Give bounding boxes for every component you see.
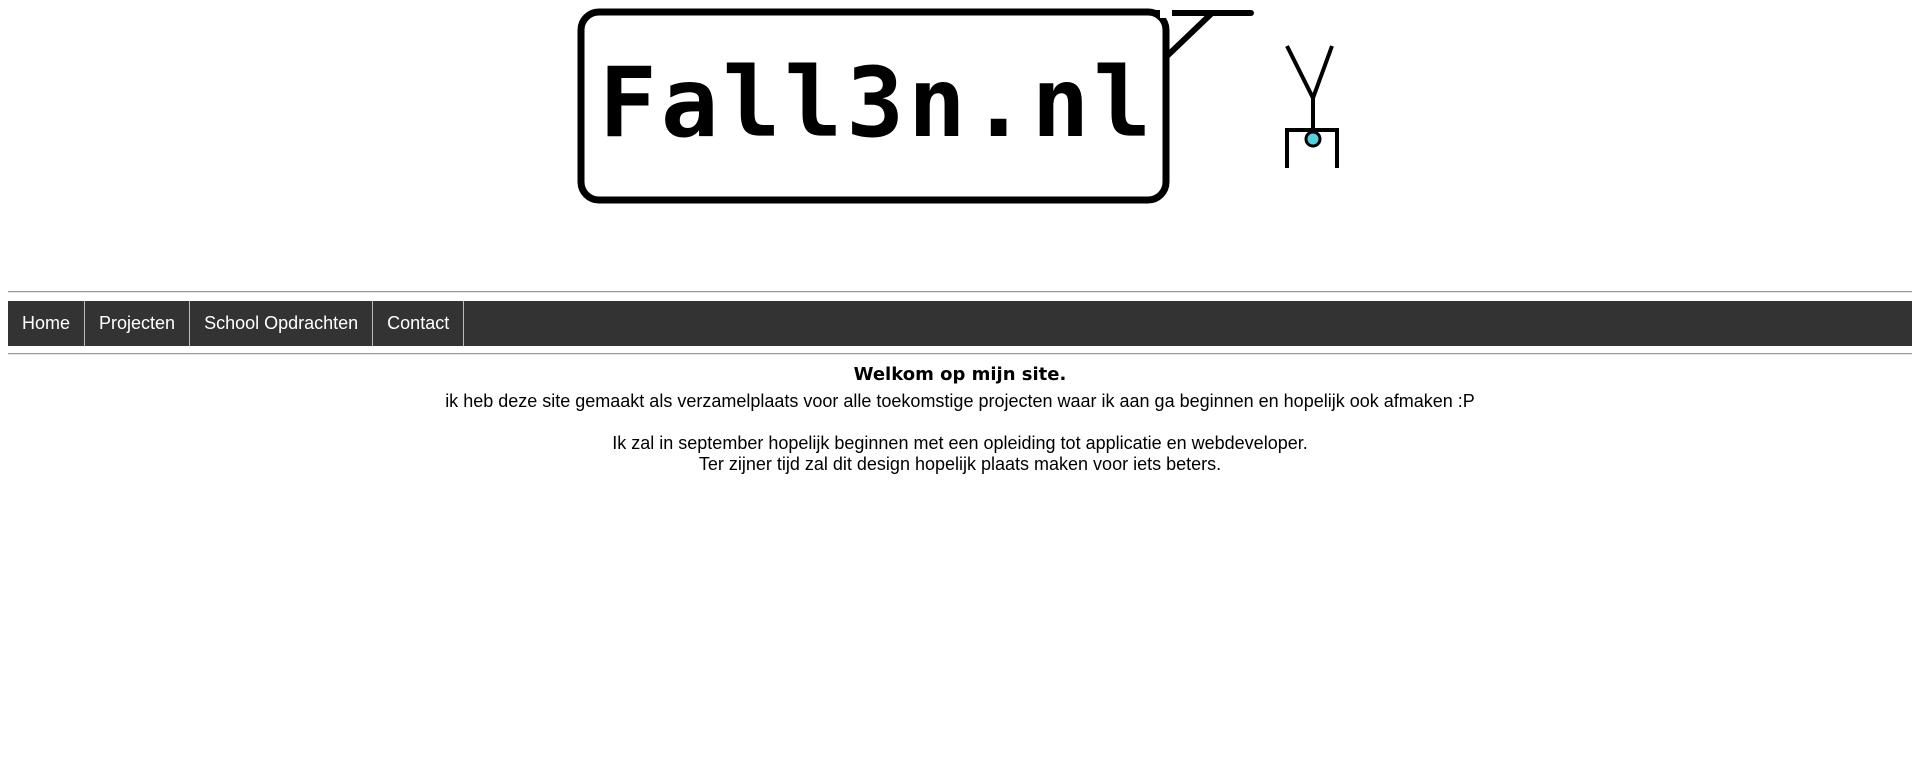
page: Fall3n.nl Home Projecten School Opdracht…	[0, 0, 1920, 768]
main-content: Welkom op mijn site. ik heb deze site ge…	[0, 362, 1920, 475]
nav-item-contact[interactable]: Contact	[373, 301, 465, 346]
intro-text: ik heb deze site gemaakt als verzamelpla…	[445, 391, 1475, 411]
info-line-1: Ik zal in september hopelijk beginnen me…	[612, 433, 1308, 453]
site-logo[interactable]: Fall3n.nl	[575, 4, 1355, 214]
nav-item-projecten[interactable]: Projecten	[85, 301, 191, 346]
info-line-2: Ter zijner tijd zal dit design hopelijk …	[698, 454, 1222, 474]
nav-item-school-opdrachten[interactable]: School Opdrachten	[190, 301, 374, 346]
stick-figure-icon	[1285, 45, 1339, 168]
main-navigation: Home Projecten School Opdrachten Contact	[8, 301, 1912, 346]
top-divider	[8, 291, 1912, 293]
welcome-heading: Welkom op mijn site.	[853, 364, 1067, 385]
bottom-divider	[8, 353, 1912, 355]
speech-bubble-logo: Fall3n.nl	[577, 8, 1339, 204]
nav-item-home[interactable]: Home	[8, 301, 86, 346]
speech-bubble-tail-slant	[1163, 11, 1214, 60]
logo-text: Fall3n.nl	[599, 47, 1155, 159]
